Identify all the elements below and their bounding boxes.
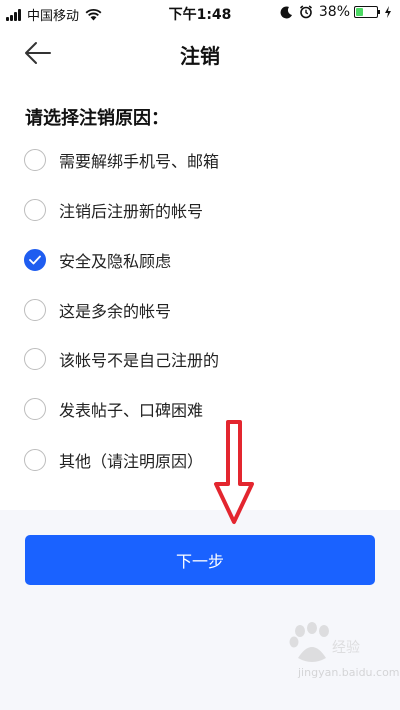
reason-panel: 请选择注销原因： 需要解绑手机号、邮箱 注销后注册新的帐号 安全及隐私顾虑 这是… <box>0 80 400 510</box>
watermark: 经验 jingyan.baidu.com <box>280 622 400 692</box>
radio-circle-icon[interactable] <box>24 299 46 321</box>
reason-option-5[interactable]: 该帐号不是自己注册的 <box>24 344 219 374</box>
next-step-button[interactable]: 下一步 <box>25 535 375 585</box>
annotation-arrow-icon <box>214 420 254 524</box>
reason-option-label: 需要解绑手机号、邮箱 <box>59 152 220 171</box>
checkmark-icon[interactable] <box>24 249 46 271</box>
svg-text:经验: 经验 <box>332 640 360 656</box>
status-right: 38% <box>280 4 392 20</box>
battery-percent: 38% <box>318 4 350 20</box>
charging-icon <box>385 6 391 18</box>
battery-icon <box>354 6 380 18</box>
reason-option-3[interactable]: 安全及隐私顾虑 <box>24 245 171 275</box>
reason-option-1[interactable]: 需要解绑手机号、邮箱 <box>24 145 219 175</box>
page-title: 注销 <box>180 44 220 68</box>
radio-circle-icon[interactable] <box>24 348 46 370</box>
radio-circle-icon[interactable] <box>24 149 46 171</box>
reason-option-label: 这是多余的帐号 <box>59 302 172 321</box>
moon-icon <box>280 5 292 18</box>
reason-option-4[interactable]: 这是多余的帐号 <box>24 295 171 325</box>
paw-logo-icon: 经验 <box>289 622 360 662</box>
radio-circle-icon[interactable] <box>24 449 46 471</box>
reason-option-6[interactable]: 发表帖子、口碑困难 <box>24 394 203 424</box>
reason-option-label: 注销后注册新的帐号 <box>59 202 204 221</box>
radio-circle-icon[interactable] <box>24 398 46 420</box>
reason-option-label: 其他（请注明原因） <box>59 452 204 471</box>
reason-prompt: 请选择注销原因： <box>25 108 169 129</box>
reason-option-7[interactable]: 其他（请注明原因） <box>24 445 203 475</box>
watermark-text: jingyan.baidu.com <box>298 666 400 679</box>
nav-bar: 注销 <box>0 26 400 80</box>
reason-option-label: 发表帖子、口碑困难 <box>59 401 204 420</box>
alarm-icon <box>299 5 312 19</box>
radio-circle-icon[interactable] <box>24 199 46 221</box>
reason-option-label: 该帐号不是自己注册的 <box>59 351 220 370</box>
reason-option-label: 安全及隐私顾虑 <box>59 252 172 271</box>
status-bar: 中国移动 下午1:48 38% <box>0 0 400 26</box>
reason-option-2[interactable]: 注销后注册新的帐号 <box>24 195 203 225</box>
